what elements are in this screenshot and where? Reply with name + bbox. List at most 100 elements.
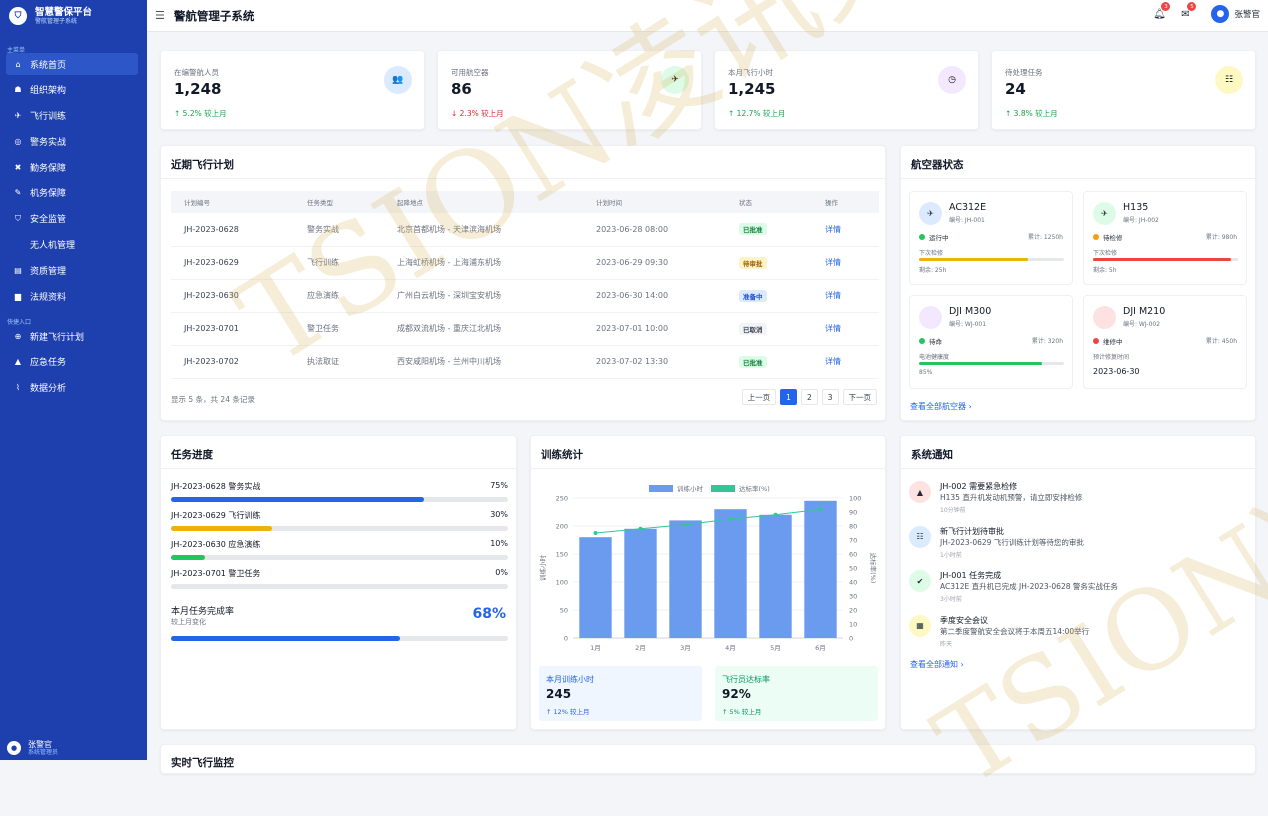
user-avatar-icon: ● (7, 741, 21, 755)
sidebar: ⛉ 智慧警保平台 警航管理子系统 主菜单 ⌂ 系统首页 ☗ 组织架构 ✈ 飞行训练 ◎ 警务实… (0, 0, 147, 760)
aircraft-progress-bar (919, 258, 1064, 261)
action-cell: 详情 (812, 312, 879, 346)
book-icon: ▆ (14, 291, 22, 301)
plan-id: JH-2023-0628 (171, 213, 294, 247)
alert-icon: ▲ (909, 481, 931, 503)
brand[interactable]: ⛉ 智慧警保平台 警航管理子系统 (0, 0, 147, 32)
view-all-aircraft-link[interactable]: 查看全部航空器 › (910, 401, 972, 412)
aircraft-sublabel: 下次检修 (919, 250, 944, 257)
sidebar-item-label: 法规资料 (30, 292, 67, 303)
y-tick-label: 150 (556, 551, 568, 559)
sidebar-item[interactable]: ◎ 警务实战 (6, 130, 138, 152)
table-row[interactable]: JH-2023-0628 警务实战 北京首都机场 - 天津滨海机场 2023-06-2… (171, 213, 879, 247)
task-type: 飞行训练 (294, 246, 384, 280)
column-header: 状态 (726, 191, 812, 213)
sidebar-user[interactable]: ● 张警官 系统管理员 (7, 740, 58, 756)
stat-card: 本月飞行小时 1,245 ↑ 12.7% 较上月 ◷ (714, 50, 979, 130)
plane-icon: ✈ (14, 111, 22, 121)
task-progress-bar (171, 497, 508, 502)
y2-tick-label: 20 (849, 607, 857, 615)
detail-link[interactable]: 详情 (825, 324, 841, 333)
status-dot (1093, 234, 1099, 240)
sidebar-item-label: 无人机管理 (30, 241, 76, 252)
drone-icon (1093, 306, 1116, 329)
y-tick-label: 50 (560, 607, 568, 615)
training-chart: 训练小时 达标率(%)250200150100500100908070605040… (538, 484, 878, 652)
summary-trend: ↑ 12% 较上月 (546, 708, 590, 716)
training-summary-card: 飞行员达标率 92% ↑ 5% 较上月 (715, 666, 878, 721)
task-item[interactable]: JH-2023-0628 警务实战 75% (171, 481, 508, 502)
stat-trend: ↑ 12.7% 较上月 (728, 109, 786, 118)
flight-plan-title: 近期飞行计划 (171, 159, 234, 171)
prev-page-button[interactable]: 上一页 (741, 389, 777, 405)
detail-link[interactable]: 详情 (825, 291, 841, 300)
sidebar-user-role: 系统管理员 (28, 749, 59, 756)
page-button[interactable]: 1 (780, 389, 797, 405)
aircraft-item[interactable]: ✈ H135 编号: JH-002 待检修 累计: 980h 下次检修 剩余: 5h (1083, 191, 1247, 285)
quick-item[interactable]: ⊕ 新建飞行计划 (6, 325, 138, 347)
sidebar-item[interactable]: ⌂ 系统首页 (6, 53, 138, 75)
detail-link[interactable]: 详情 (825, 258, 841, 267)
next-page-button[interactable]: 下一页 (842, 389, 877, 405)
table-row[interactable]: JH-2023-0702 执法取证 西安咸阳机场 - 兰州中川机场 2023-07-0… (171, 345, 879, 379)
aircraft-item[interactable]: DJI M300 编号: WJ-001 待命 累计: 320h 电池健康度 85% (909, 295, 1073, 389)
sidebar-item[interactable]: ▤ 资质管理 (6, 259, 138, 281)
route: 成都双流机场 - 重庆江北机场 (384, 312, 583, 346)
column-header: 计划编号 (171, 191, 294, 213)
quick-item[interactable]: ▲ 应急任务 (6, 351, 138, 373)
detail-link[interactable]: 详情 (825, 357, 841, 366)
task-item[interactable]: JH-2023-0701 警卫任务 0% (171, 568, 508, 589)
quick-item[interactable]: ⌇ 数据分析 (6, 377, 138, 399)
detail-link[interactable]: 详情 (825, 225, 841, 234)
mail-icon[interactable]: ✉ 5 (1177, 2, 1197, 22)
sidebar-item[interactable]: 无人机管理 (6, 234, 138, 256)
sidebar-item[interactable]: ✈ 飞行训练 (6, 105, 138, 127)
aircraft-repair-date: 2023-06-30 (1093, 367, 1140, 376)
summary-value: 92% (722, 687, 751, 701)
stat-label: 本月飞行小时 (728, 68, 773, 77)
task-head: JH-2023-0630 应急演练 10% (171, 539, 508, 550)
task-type: 应急演练 (294, 279, 384, 313)
sidebar-item-label: 警务实战 (30, 137, 67, 148)
task-item[interactable]: JH-2023-0630 应急演练 10% (171, 539, 508, 560)
table-row[interactable]: JH-2023-0629 飞行训练 上海虹桥机场 - 上海浦东机场 2023-06-2… (171, 246, 879, 280)
stat-card: 在编警航人员 1,248 ↑ 5.2% 较上月 👥 (160, 50, 425, 130)
bar (669, 520, 702, 638)
page-button[interactable]: 3 (821, 389, 839, 405)
org-chart-icon: ☗ (14, 85, 22, 95)
column-header: 操作 (812, 191, 879, 213)
sidebar-item[interactable]: ☗ 组织架构 (6, 79, 138, 101)
bell-icon[interactable]: 🔔︎ 3 (1151, 2, 1171, 22)
shield-icon: ⛉ (15, 213, 21, 223)
legend-label-line: 达标率(%) (739, 484, 770, 493)
aircraft-item[interactable]: DJI M210 编号: WJ-002 维修中 累计: 450h 预计修复时间 2023-… (1083, 295, 1247, 389)
sidebar-item[interactable]: ⛉ 安全监管 (6, 208, 138, 230)
task-label: JH-2023-0629 飞行训练 (171, 511, 261, 520)
column-header: 计划时间 (583, 191, 726, 213)
sidebar-item[interactable]: ✖ 勤务保障 (6, 156, 138, 178)
stat-value: 1,245 (728, 80, 776, 98)
table-body: JH-2023-0628 警务实战 北京首都机场 - 天津滨海机场 2023-06-2… (171, 213, 879, 379)
table-row[interactable]: JH-2023-0630 应急演练 广州白云机场 - 深圳宝安机场 2023-06-3… (171, 279, 879, 313)
page-button[interactable]: 2 (800, 389, 818, 405)
topbar-user-name[interactable]: 张警官 (1234, 8, 1260, 20)
user-avatar[interactable]: ● (1211, 5, 1230, 23)
sidebar-item[interactable]: ▆ 法规资料 (6, 285, 138, 307)
divider (901, 468, 1255, 469)
status-text: 维修中 (1103, 338, 1123, 346)
task-progress-fill (171, 555, 205, 560)
divider (901, 178, 1255, 179)
sidebar-item-label: 安全监管 (30, 215, 67, 226)
task-item[interactable]: JH-2023-0629 飞行训练 30% (171, 510, 508, 531)
aircraft-item[interactable]: ✈ AC312E 编号: JH-001 运行中 累计: 1250h 下次检修 剩余: 25h (909, 191, 1073, 285)
tools-icon: ✖ (14, 162, 22, 172)
sidebar-item[interactable]: ✎ 机务保障 (6, 182, 138, 204)
menu-toggle-icon[interactable]: ☰ (155, 9, 165, 22)
view-all-notices-link[interactable]: 查看全部通知 › (910, 659, 964, 670)
table-row[interactable]: JH-2023-0701 警卫任务 成都双流机场 - 重庆江北机场 2023-07-0… (171, 312, 879, 346)
legend-label-bar: 训练小时 (677, 484, 704, 493)
plan-time: 2023-06-28 08:00 (583, 213, 726, 247)
plan-time: 2023-06-29 09:30 (583, 246, 726, 280)
task-type: 警卫任务 (294, 312, 384, 346)
y2-tick-label: 70 (849, 537, 857, 545)
